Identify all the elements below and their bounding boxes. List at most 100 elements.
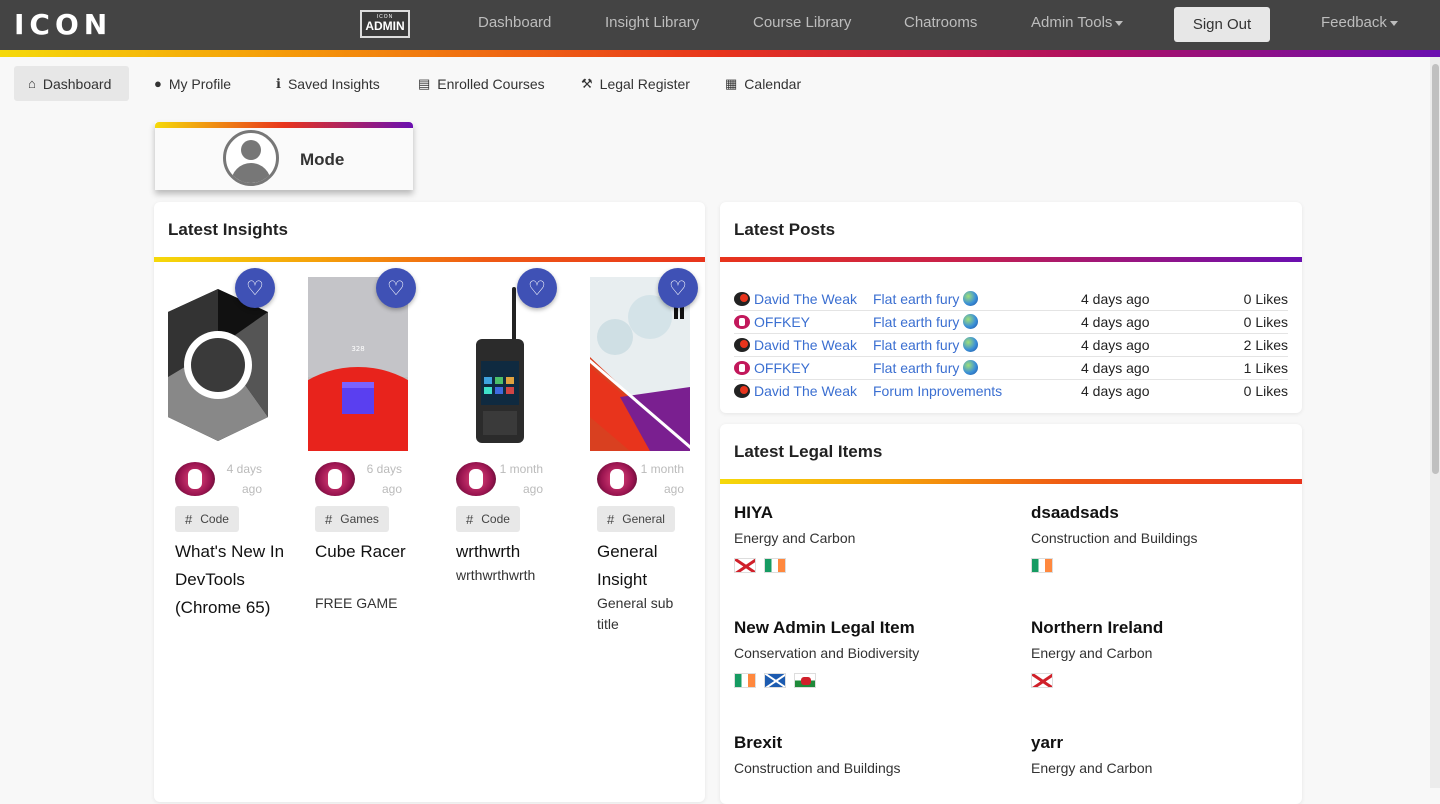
- insight-tag[interactable]: # Code: [456, 506, 520, 532]
- profile-card[interactable]: Mode: [155, 122, 413, 190]
- favorite-heart-button[interactable]: ♡: [658, 268, 698, 308]
- insight-time-ago-line1: 1 month: [640, 462, 684, 476]
- subnav-label: Dashboard: [42, 75, 112, 92]
- globe-icon: [963, 337, 979, 352]
- brand-logo[interactable]: ICON: [14, 8, 112, 41]
- subnav-label: Saved Insights: [287, 75, 380, 92]
- legal-item-category: Energy and Carbon: [1031, 645, 1153, 661]
- insight-tag-label: Code: [481, 512, 510, 526]
- legal-item-category: Energy and Carbon: [734, 530, 856, 546]
- subnav-my-profile[interactable]: ● My Profile: [140, 66, 245, 101]
- post-row[interactable]: David The Weak Flat earth fury 4 days ag…: [734, 334, 1288, 357]
- author-avatar[interactable]: [315, 462, 355, 496]
- legal-item-flags: [734, 558, 855, 573]
- favorite-heart-button[interactable]: ♡: [517, 268, 557, 308]
- profile-card-gradient: [155, 122, 413, 128]
- ireland-flag-icon: [1031, 558, 1053, 573]
- legal-item-title[interactable]: Northern Ireland: [1031, 618, 1163, 638]
- heart-icon: ♡: [669, 277, 687, 300]
- post-row[interactable]: OFFKEY Flat earth fury 4 days ago 1 Like…: [734, 357, 1288, 380]
- post-row[interactable]: David The Weak Flat earth fury 4 days ag…: [734, 288, 1288, 311]
- subnav-dashboard[interactable]: ⌂ Dashboard: [14, 66, 129, 101]
- subnav-label: Calendar: [744, 75, 802, 92]
- heart-icon: ♡: [387, 277, 405, 300]
- legal-item-category: Construction and Buildings: [734, 760, 901, 776]
- legal-item-title[interactable]: yarr: [1031, 733, 1152, 753]
- post-row[interactable]: OFFKEY Flat earth fury 4 days ago 0 Like…: [734, 311, 1288, 334]
- feedback-dropdown[interactable]: Feedback: [1321, 14, 1398, 31]
- admin-badge-text: ADMIN: [365, 19, 405, 33]
- admin-badge[interactable]: ICON ADMIN: [360, 10, 410, 38]
- author-avatar[interactable]: [597, 462, 637, 496]
- post-time: 4 days ago: [1081, 360, 1150, 376]
- subnav-legal-register[interactable]: ⚒ Legal Register: [567, 66, 704, 101]
- calendar-icon: ▦: [725, 75, 738, 91]
- post-author-avatar: [734, 361, 750, 375]
- insight-subtitle: General sub title: [597, 595, 674, 632]
- post-row[interactable]: David The Weak Forum Inprovements 4 days…: [734, 380, 1288, 403]
- insight-time-ago-line2: ago: [381, 482, 402, 496]
- legal-item-title[interactable]: HIYA: [734, 503, 855, 523]
- northern-ireland-flag-icon: [734, 558, 756, 573]
- post-author-link[interactable]: OFFKEY: [754, 360, 810, 376]
- insight-thumbnail[interactable]: [168, 287, 268, 441]
- legal-item-title[interactable]: New Admin Legal Item: [734, 618, 919, 638]
- insight-title[interactable]: Cube Racer: [315, 538, 425, 566]
- post-topic-link[interactable]: Flat earth fury: [873, 314, 979, 330]
- post-likes: 1 Likes: [1243, 360, 1288, 376]
- post-topic-link[interactable]: Flat earth fury: [873, 291, 979, 307]
- sign-out-button[interactable]: Sign Out: [1174, 7, 1270, 42]
- subnav-enrolled-courses[interactable]: ▤ Enrolled Courses: [404, 66, 559, 101]
- northern-ireland-flag-icon: [1031, 673, 1053, 688]
- insight-tag[interactable]: # Code: [175, 506, 239, 532]
- insight-tag[interactable]: # Games: [315, 506, 389, 532]
- scrollbar-thumb[interactable]: [1432, 64, 1439, 474]
- nav-admin-tools-label: Admin Tools: [1031, 14, 1113, 31]
- post-topic-link[interactable]: Forum Inprovements: [873, 383, 1002, 399]
- nav-course-library[interactable]: Course Library: [753, 14, 851, 31]
- avatar: [223, 130, 279, 186]
- post-author-link[interactable]: David The Weak: [754, 383, 857, 399]
- author-avatar[interactable]: [456, 462, 496, 496]
- favorite-heart-button[interactable]: ♡: [235, 268, 275, 308]
- nav-admin-tools-dropdown[interactable]: Admin Tools: [1031, 14, 1124, 31]
- legal-item[interactable]: Brexit Construction and Buildings: [734, 733, 901, 776]
- post-topic-link[interactable]: Flat earth fury: [873, 360, 979, 376]
- globe-icon: [963, 314, 979, 329]
- legal-item[interactable]: yarr Energy and Carbon: [1031, 733, 1152, 776]
- hashtag-icon: #: [185, 511, 193, 527]
- post-topic-text: Flat earth fury: [873, 360, 960, 376]
- post-author-link[interactable]: OFFKEY: [754, 314, 810, 330]
- insight-time-ago: 1 month ago: [634, 459, 684, 499]
- insight-tag[interactable]: # General: [597, 506, 675, 532]
- legal-item[interactable]: New Admin Legal Item Conservation and Bi…: [734, 618, 919, 688]
- nav-chatrooms[interactable]: Chatrooms: [904, 14, 977, 31]
- nav-dashboard[interactable]: Dashboard: [478, 14, 551, 31]
- post-likes: 0 Likes: [1243, 314, 1288, 330]
- ireland-flag-icon: [764, 558, 786, 573]
- subnav-saved-insights[interactable]: ℹ Saved Insights: [262, 66, 394, 101]
- insight-title[interactable]: wrthwrth: [456, 538, 566, 566]
- post-topic-link[interactable]: Flat earth fury: [873, 337, 979, 353]
- author-avatar[interactable]: [175, 462, 215, 496]
- post-time: 4 days ago: [1081, 383, 1150, 399]
- favorite-heart-button[interactable]: ♡: [376, 268, 416, 308]
- subnav-calendar[interactable]: ▦ Calendar: [711, 66, 815, 101]
- legal-item-title[interactable]: dsaadsads: [1031, 503, 1198, 523]
- post-author-link[interactable]: David The Weak: [754, 291, 857, 307]
- legal-item[interactable]: dsaadsads Construction and Buildings: [1031, 503, 1198, 573]
- header-gradient-line: [0, 50, 1440, 57]
- insight-title[interactable]: What's New In DevTools (Chrome 65): [175, 538, 285, 622]
- insight-title[interactable]: General Insight: [597, 538, 692, 594]
- legal-item-title[interactable]: Brexit: [734, 733, 901, 753]
- top-navbar: ICON ICON ADMIN Dashboard Insight Librar…: [0, 0, 1440, 50]
- post-author-link[interactable]: David The Weak: [754, 337, 857, 353]
- legal-item[interactable]: HIYA Energy and Carbon: [734, 503, 855, 573]
- legal-item-flags: [734, 673, 919, 688]
- post-author-avatar: [734, 384, 750, 398]
- nav-insight-library[interactable]: Insight Library: [605, 14, 699, 31]
- info-icon: ℹ: [276, 75, 281, 91]
- post-topic-text: Flat earth fury: [873, 314, 960, 330]
- latest-legal-title: Latest Legal Items: [734, 442, 883, 461]
- legal-item[interactable]: Northern Ireland Energy and Carbon: [1031, 618, 1163, 688]
